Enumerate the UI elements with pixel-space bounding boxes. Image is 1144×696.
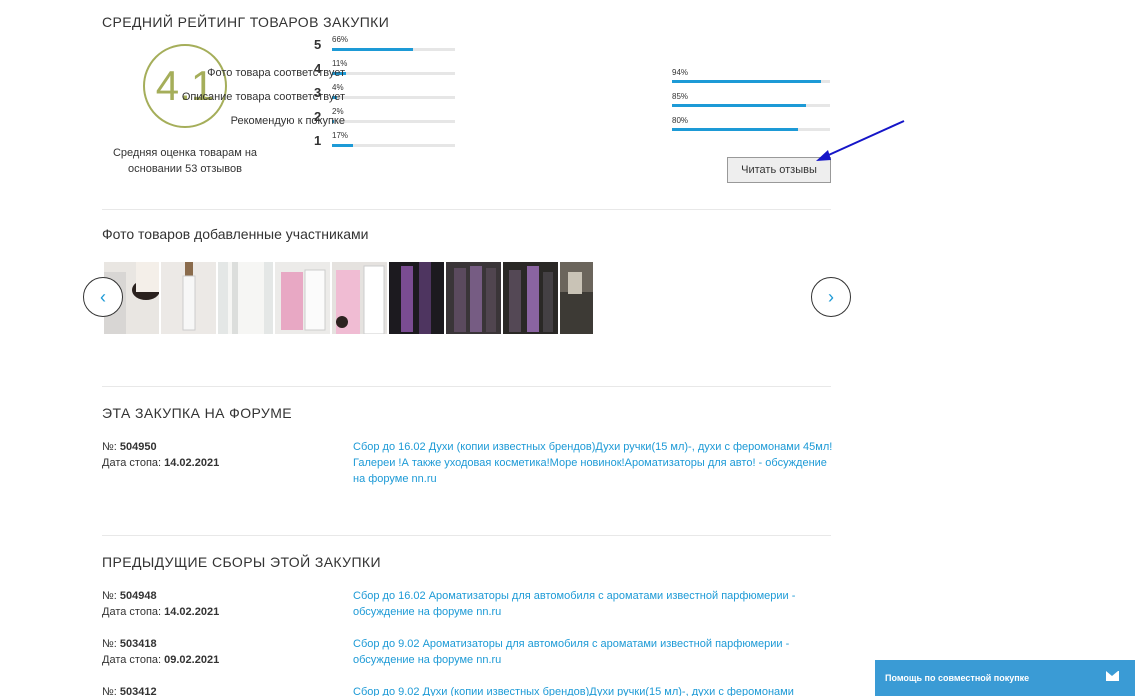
- star-percent: 66%: [332, 35, 349, 44]
- help-widget[interactable]: Помощь по совместной покупке: [875, 660, 1135, 696]
- previous-item-meta: №: 504948 Дата стопа: 14.02.2021: [102, 588, 219, 620]
- criterion-bar-fill: [672, 80, 821, 83]
- criterion-bar-track: [672, 80, 830, 83]
- criterion-bar-fill: [672, 104, 807, 107]
- previous-item-meta: №: 503418 Дата стопа: 09.02.2021: [102, 636, 219, 668]
- purchase-number: 503412: [119, 686, 157, 696]
- section-divider: [102, 386, 831, 387]
- photos-section-title: Фото товаров добавленные участниками: [102, 226, 369, 242]
- chevron-right-icon: ›: [828, 286, 834, 307]
- product-photo-thumb[interactable]: [560, 262, 593, 334]
- criterion-bar-track: [672, 128, 830, 131]
- criterion-label: Описание товара соответствует: [181, 91, 345, 103]
- product-photo-thumb[interactable]: [161, 262, 216, 334]
- product-photo-thumb[interactable]: [446, 262, 501, 334]
- carousel-next-button[interactable]: ›: [811, 277, 851, 317]
- criterion-percent: 85%: [672, 92, 689, 101]
- product-photo-thumb[interactable]: [332, 262, 387, 334]
- date-label: Дата стопа:: [102, 654, 162, 666]
- star-bar-track: [332, 144, 455, 147]
- number-label: №:: [102, 441, 117, 453]
- criterion-recommend: Рекомендую к покупке 80%: [0, 115, 834, 135]
- section-divider: [102, 535, 831, 536]
- carousel-prev-button[interactable]: ‹: [83, 277, 123, 317]
- product-photo-thumb[interactable]: [218, 262, 273, 334]
- criterion-bar-track: [672, 104, 830, 107]
- purchase-number: 503418: [119, 638, 157, 650]
- star-number: 1: [314, 133, 322, 148]
- criterion-label: Рекомендую к покупке: [230, 115, 345, 127]
- number-label: №:: [102, 590, 117, 602]
- rating-section-title: СРЕДНИЙ РЕЙТИНГ ТОВАРОВ ЗАКУПКИ: [102, 14, 390, 30]
- criterion-photo: Фото товара соответствует 94%: [0, 67, 834, 87]
- forum-section-title: ЭТА ЗАКУПКА НА ФОРУМЕ: [102, 405, 293, 421]
- date-label: Дата стопа:: [102, 606, 162, 618]
- purchase-number: 504950: [119, 441, 157, 453]
- number-label: №:: [102, 686, 117, 696]
- star-bar-track: [332, 48, 455, 51]
- mail-icon: [1106, 671, 1119, 681]
- star-bar-fill: [332, 48, 414, 51]
- criterion-label: Фото товара соответствует: [207, 67, 345, 79]
- help-widget-label: Помощь по совместной покупке: [885, 673, 1030, 683]
- previous-section-title: ПРЕДЫДУЩИЕ СБОРЫ ЭТОЙ ЗАКУПКИ: [102, 554, 381, 570]
- previous-item-link[interactable]: Сбор до 9.02 Ароматизаторы для автомобил…: [353, 636, 833, 668]
- previous-item-link[interactable]: Сбор до 16.02 Ароматизаторы для автомоби…: [353, 588, 833, 620]
- star-number: 5: [314, 37, 322, 52]
- previous-item-link[interactable]: Сбор до 9.02 Духи (копии известных бренд…: [353, 684, 833, 696]
- date-label: Дата стопа:: [102, 457, 162, 469]
- criterion-percent: 80%: [672, 116, 689, 125]
- stop-date: 09.02.2021: [164, 654, 220, 666]
- criterion-description: Описание товара соответствует 85%: [0, 91, 834, 111]
- product-photo-thumb[interactable]: [389, 262, 444, 334]
- stop-date: 14.02.2021: [164, 457, 220, 469]
- star-bar-fill: [332, 144, 353, 147]
- forum-link[interactable]: Сбор до 16.02 Духи (копии известных брен…: [353, 439, 833, 487]
- purchase-number: 504948: [119, 590, 157, 602]
- criterion-bar-fill: [672, 128, 799, 131]
- chevron-left-icon: ‹: [100, 286, 106, 307]
- average-rating-caption: Средняя оценка товарам на основании 53 о…: [112, 147, 258, 175]
- stop-date: 14.02.2021: [164, 606, 220, 618]
- previous-item-meta: №: 503412: [102, 684, 157, 696]
- section-divider: [102, 209, 831, 210]
- star-row-5: 5 66%: [314, 35, 459, 55]
- forum-meta: №: 504950 Дата стопа: 14.02.2021: [102, 439, 219, 471]
- number-label: №:: [102, 638, 117, 650]
- product-photo-thumb[interactable]: [503, 262, 558, 334]
- annotation-arrow-icon: [816, 120, 905, 161]
- criterion-percent: 94%: [672, 68, 689, 77]
- product-photo-thumb[interactable]: [275, 262, 330, 334]
